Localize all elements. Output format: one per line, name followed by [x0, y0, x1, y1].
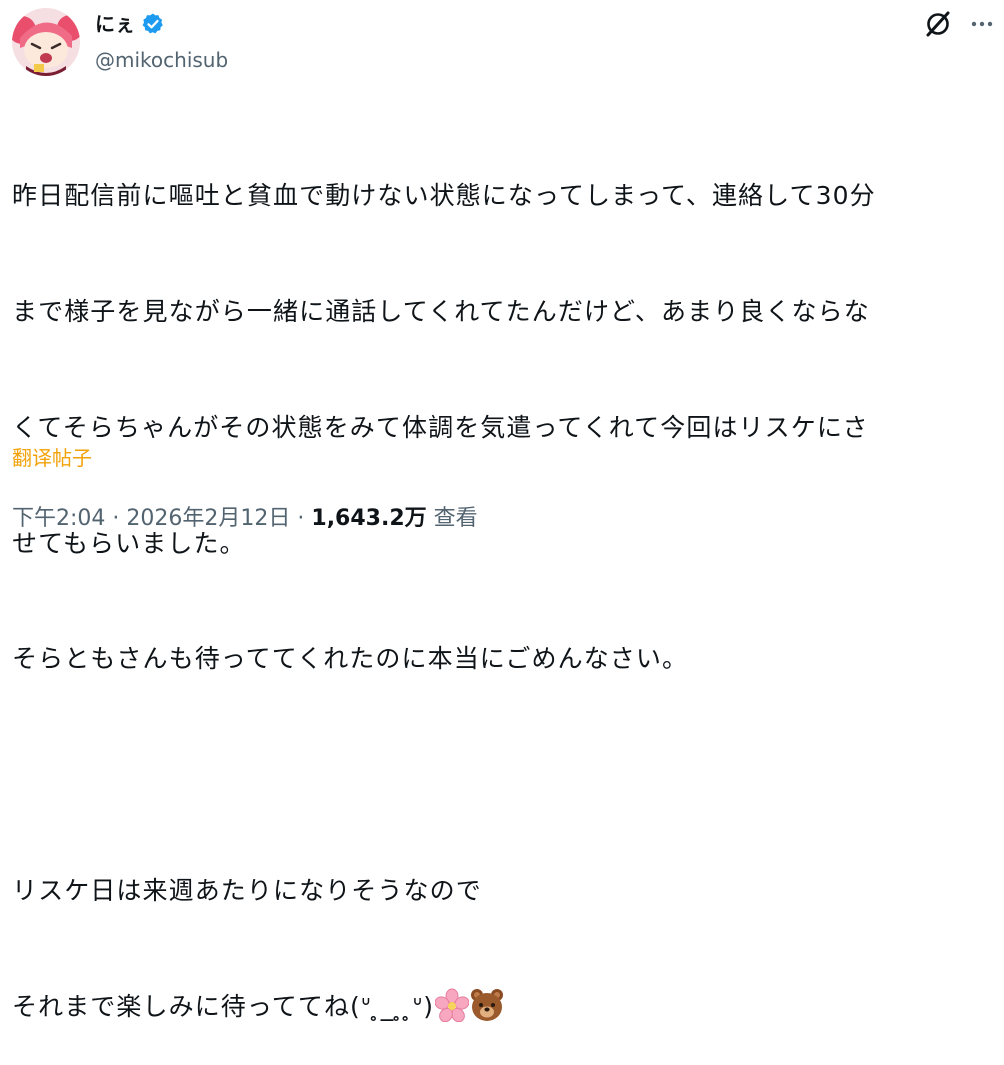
tweet-last-line: それまで楽しみに待っててね(ᐡ ̥_ ̥ ̥ᐡ) [12, 988, 997, 1027]
verified-badge-icon [141, 12, 165, 36]
cherry-blossom-emoji [434, 988, 470, 1022]
author-name-row: にぇ [95, 10, 165, 38]
tweet-line: リスケ日は来週あたりになりそうなので [12, 875, 482, 905]
meta-separator: · [112, 506, 120, 531]
author-display-name[interactable]: にぇ [95, 10, 135, 38]
tweet-line: そらともさんも待っててくれたのに本当にごめんなさい。 [12, 644, 689, 674]
more-options-icon[interactable] [968, 10, 996, 38]
bear-face-emoji [470, 988, 504, 1022]
avatar-image [12, 8, 80, 76]
meta-separator: · [297, 506, 305, 531]
tweet-line [12, 756, 997, 795]
tweet-line: 昨日配信前に嘔吐と貧血で動けない状態になってしまって、連絡して30分 [12, 181, 876, 211]
tweet-line: くてそらちゃんがその状態をみて体調を気遣ってくれて今回はリスケにさ [12, 412, 869, 442]
tweet-meta: 下午2:04 · 2026年2月12日 · 1,643.2万 查看 [12, 503, 478, 535]
author-avatar[interactable] [12, 8, 80, 76]
tweet-text: 昨日配信前に嘔吐と貧血で動けない状態になってしまって、連絡して30分 まで様子を… [12, 100, 997, 1065]
translate-post-link[interactable]: 翻译帖子 [12, 444, 92, 472]
views-count: 1,643.2万 [311, 506, 427, 531]
grok-icon[interactable] [924, 10, 952, 38]
views-label: 查看 [433, 506, 478, 531]
author-handle[interactable]: @mikochisub [95, 46, 228, 74]
tweet-line: それまで楽しみに待っててね(ᐡ ̥_ ̥ ̥ᐡ) [12, 991, 435, 1021]
tweet-time[interactable]: 下午2:04 [12, 506, 105, 531]
tweet-line: まで様子を見ながら一緒に通話してくれてたんだけど、あまり良くならな [12, 296, 870, 326]
tweet-date[interactable]: 2026年2月12日 [126, 506, 290, 531]
